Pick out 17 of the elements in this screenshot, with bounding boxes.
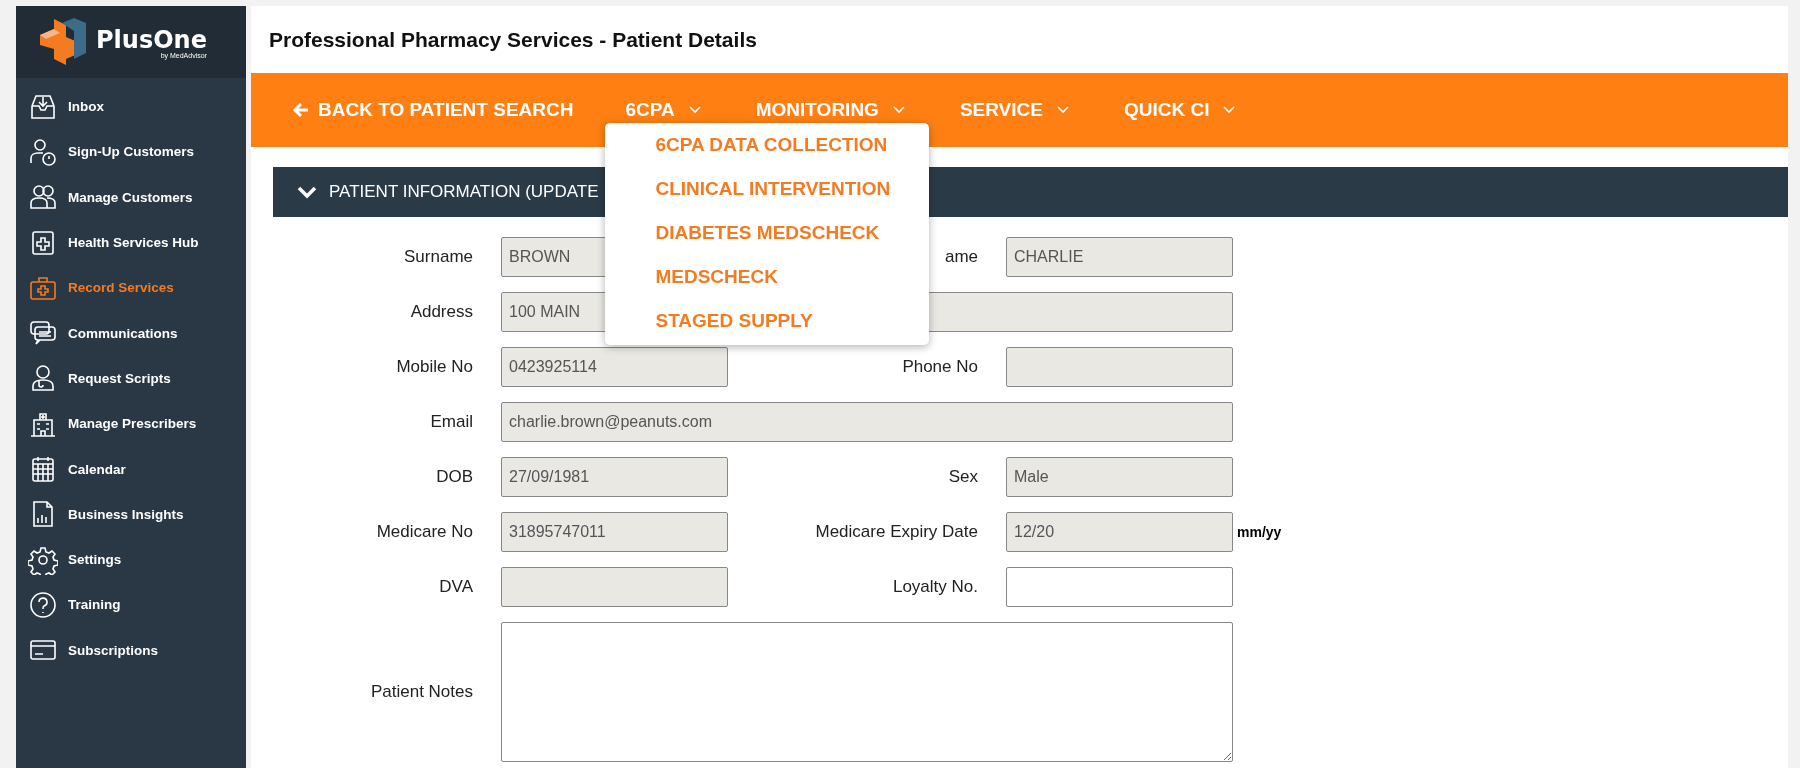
logo-name: PlusOne — [96, 25, 207, 54]
page-title: Professional Pharmacy Services - Patient Details — [268, 26, 758, 53]
field-label: DOB — [436, 467, 473, 487]
field-label: Surname — [404, 247, 473, 267]
unit-label: mm/yy — [1237, 524, 1283, 540]
field-label: Sex — [948, 467, 978, 487]
field-label: Medicare Expiry Date — [815, 522, 978, 542]
field-label: Address — [410, 302, 473, 322]
field-label: Email — [430, 412, 473, 432]
field-label: ame — [944, 247, 978, 267]
field-label: Phone No — [902, 357, 978, 377]
panel-title: PATIENT INFORMATION (UPDATE — [329, 182, 599, 202]
field-label: Mobile No — [396, 357, 473, 377]
field-label: Patient Notes — [370, 682, 473, 702]
field-label: Medicare No — [376, 522, 473, 542]
field-label: DVA — [439, 577, 473, 597]
field-label: Loyalty No. — [892, 577, 978, 597]
